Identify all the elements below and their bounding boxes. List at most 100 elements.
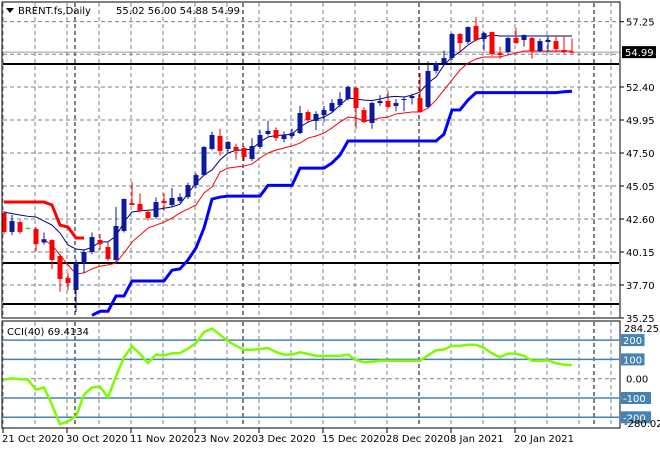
candle: [57, 254, 63, 292]
candle-body: [33, 228, 39, 245]
candle: [97, 233, 103, 250]
price-axis-label: 42.60: [626, 215, 655, 226]
candle-body: [489, 32, 495, 54]
candle-body: [297, 112, 303, 134]
candle-body: [129, 203, 135, 205]
candle-body: [361, 110, 367, 123]
candle: [369, 101, 375, 129]
candle-body: [385, 101, 391, 107]
candle: [249, 138, 255, 162]
price-axis-label: 49.95: [626, 116, 655, 127]
candle: [17, 220, 23, 234]
candle-body: [273, 129, 279, 139]
date-axis-label: 15 Dec 2020: [322, 434, 386, 445]
candle: [361, 107, 367, 124]
chart-ohlc: 55.02 56.00 54.88 54.99: [116, 6, 240, 17]
candle-body: [441, 58, 447, 64]
candle: [257, 130, 263, 149]
candle: [289, 128, 295, 139]
candle-body: [377, 101, 383, 104]
candle-body: [113, 226, 119, 260]
candle-body: [73, 263, 79, 290]
candle-body: [561, 49, 567, 52]
cci-panel-frame: [1, 320, 621, 429]
date-axis-label: 21 Oct 2020: [2, 434, 64, 445]
slow-moving-average-line: [43, 50, 572, 275]
candle-body: [81, 252, 87, 264]
candle-body: [345, 87, 351, 99]
price-axis-label: 45.05: [626, 182, 655, 193]
candle-body: [49, 240, 55, 260]
candle: [65, 272, 71, 291]
axes: 57.25 52.40 49.95 47.50 45.05 42.60 40.15 37.70…: [2, 18, 660, 445]
candle: [313, 111, 319, 131]
date-axis-label: 3 Dec 2020: [258, 434, 316, 445]
candle: [465, 26, 471, 44]
candle: [241, 146, 247, 162]
candle-body: [393, 103, 399, 106]
candle-body: [193, 175, 199, 186]
candle-body: [249, 145, 255, 160]
trading-chart[interactable]: 57.25 52.40 49.95 47.50 45.05 42.60 40.15 37.70…: [0, 0, 660, 450]
candle: [225, 140, 231, 152]
candle: [521, 34, 527, 47]
candle-body: [17, 222, 23, 232]
price-axis-label: 52.40: [626, 83, 655, 94]
date-axis-label: 30 Oct 2020: [66, 434, 128, 445]
cci-indicator: [3, 327, 573, 426]
candle: [377, 95, 383, 106]
candle-body: [169, 197, 175, 205]
candle: [449, 33, 455, 61]
candle: [217, 128, 223, 156]
date-axis-label: 20 Jan 2021: [514, 434, 574, 445]
current-price-label: 54.99: [625, 48, 654, 59]
candle: [433, 61, 439, 74]
candle-body: [217, 136, 223, 151]
candle-body: [161, 200, 167, 203]
candle-body: [449, 34, 455, 59]
price-indicators: [3, 34, 573, 317]
candles: [1, 16, 575, 312]
candle-body: [417, 98, 423, 113]
candle: [121, 198, 127, 233]
candle: [505, 37, 511, 54]
candle-body: [337, 98, 343, 106]
candle-body: [137, 204, 143, 212]
cci-grid: [2, 322, 619, 427]
candle: [129, 181, 135, 206]
candle-body: [401, 98, 407, 101]
price-axis-label: 47.50: [626, 149, 655, 160]
candle: [425, 61, 431, 109]
candle: [281, 131, 287, 143]
candle: [537, 38, 543, 52]
candle-body: [425, 70, 431, 107]
candle: [481, 31, 487, 51]
candle: [105, 241, 111, 261]
candle-body: [57, 256, 63, 279]
candle: [561, 35, 567, 54]
candle-body: [465, 27, 471, 43]
triangle-down-icon[interactable]: [6, 8, 14, 13]
candle-body: [569, 51, 575, 53]
cci-min-label: -280.028: [624, 419, 660, 430]
candle: [329, 99, 335, 113]
chart-symbol: BRENT.fs,Daily: [18, 6, 91, 17]
candle: [9, 214, 15, 236]
candle: [41, 232, 47, 245]
main-panel-frame: [1, 1, 621, 319]
candle-body: [9, 221, 15, 232]
candle-body: [265, 130, 271, 135]
candle: [273, 127, 279, 141]
candle-body: [553, 41, 559, 50]
candle: [49, 239, 55, 269]
cci-level-label: 100: [623, 355, 642, 366]
candle-body: [145, 212, 151, 219]
candle: [385, 91, 391, 109]
candle: [233, 143, 239, 160]
candle-body: [313, 113, 319, 121]
candle: [81, 249, 87, 273]
candle: [113, 206, 119, 263]
cci-max-label: 284.2522: [624, 324, 660, 335]
cci-level-label: 200: [623, 336, 642, 347]
candle-body: [513, 37, 519, 44]
